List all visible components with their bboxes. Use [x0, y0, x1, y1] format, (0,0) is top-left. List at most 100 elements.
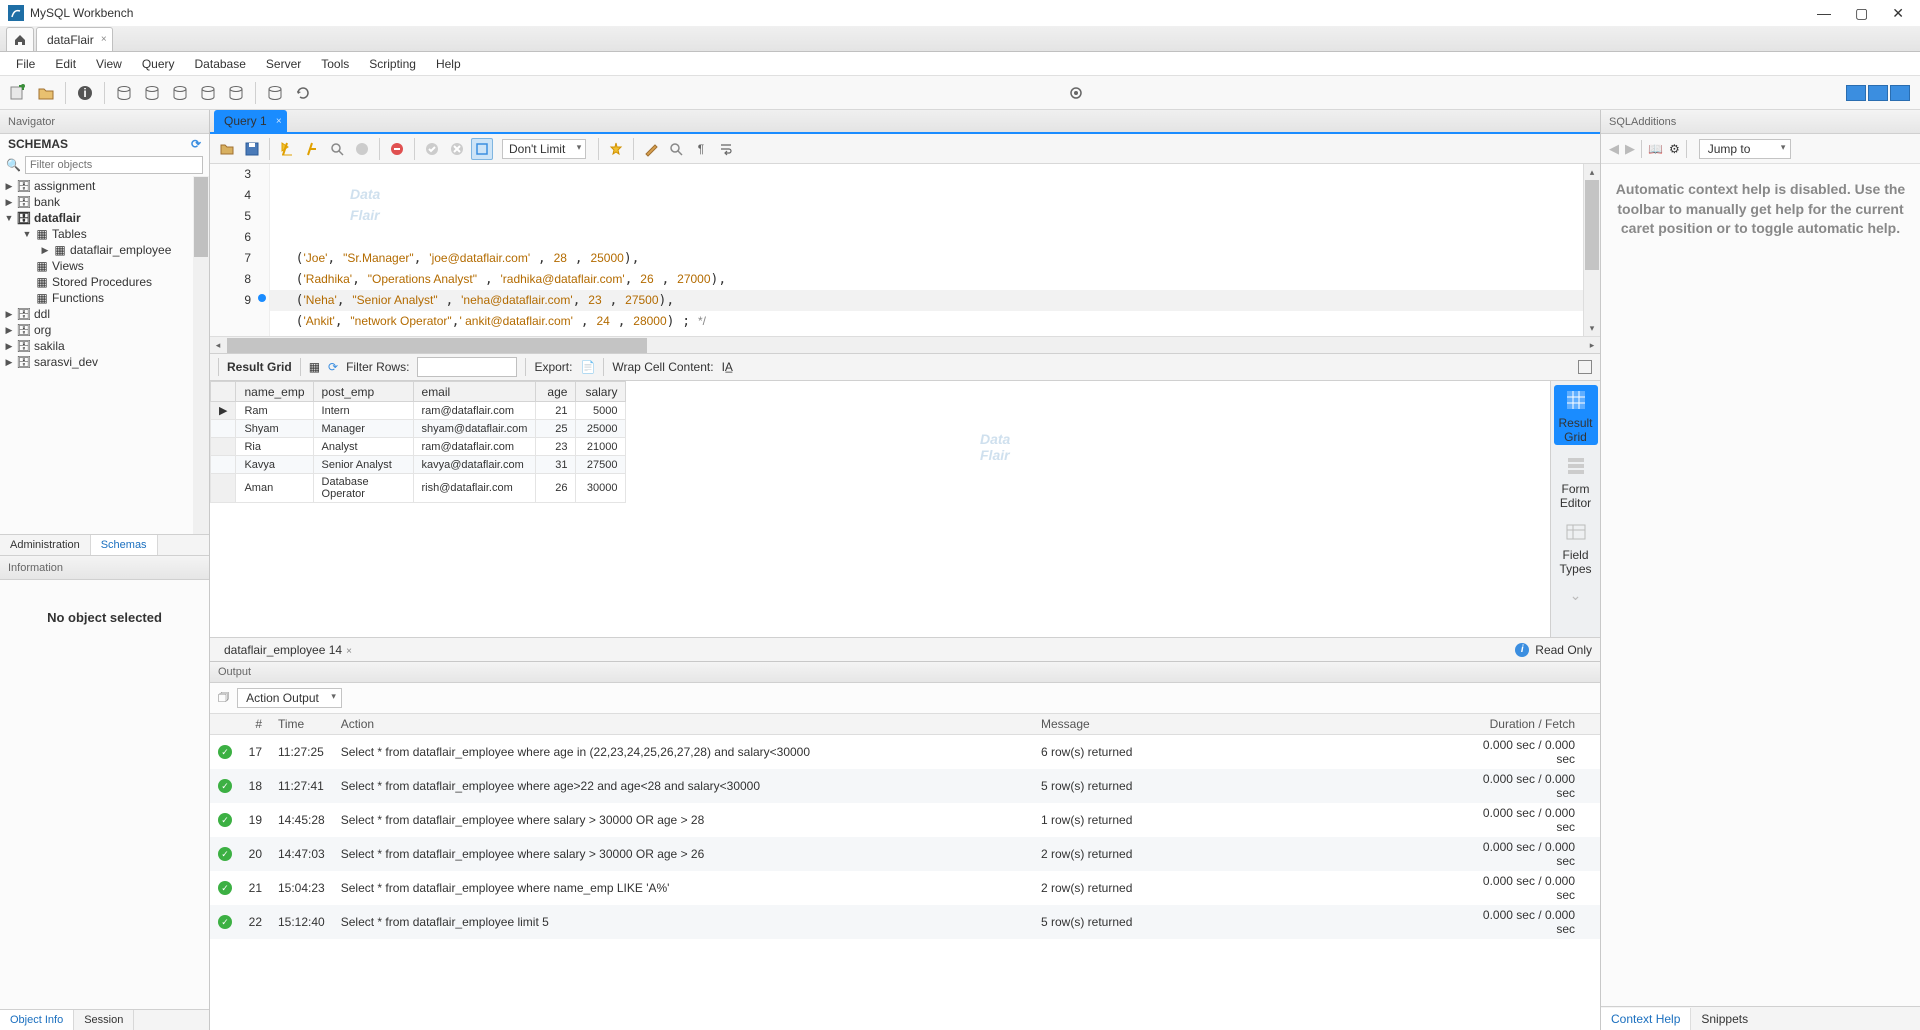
menu-file[interactable]: File [6, 54, 45, 74]
tree-item[interactable]: dataflair_employee [70, 243, 171, 257]
tree-item[interactable]: Tables [52, 227, 87, 241]
nav-fwd-icon[interactable]: ▶ [1625, 141, 1635, 157]
output-type-combo[interactable]: Action Output [237, 688, 342, 708]
tree-item[interactable]: Functions [52, 291, 104, 305]
find-icon[interactable] [665, 138, 687, 160]
brush-icon[interactable] [640, 138, 662, 160]
menu-scripting[interactable]: Scripting [359, 54, 426, 74]
tree-item[interactable]: Stored Procedures [52, 275, 152, 289]
users-icon[interactable] [112, 81, 136, 105]
limit-combo[interactable]: Don't Limit [502, 139, 586, 159]
minimize-button[interactable]: — [1817, 5, 1831, 22]
menu-edit[interactable]: Edit [45, 54, 86, 74]
dashboard-icon[interactable] [263, 81, 287, 105]
tab-context-help[interactable]: Context Help [1601, 1008, 1691, 1030]
menu-view[interactable]: View [86, 54, 132, 74]
tab-object-info[interactable]: Object Info [0, 1010, 74, 1030]
tab-session[interactable]: Session [74, 1010, 134, 1030]
col-header[interactable]: post_emp [313, 382, 413, 402]
col-header[interactable]: age [536, 382, 576, 402]
result-tab[interactable]: dataflair_employee 14× [218, 643, 358, 657]
table-row[interactable]: ✓2014:47:03Select * from dataflair_emplo… [210, 837, 1600, 871]
table-row[interactable]: ✓1914:45:28Select * from dataflair_emplo… [210, 803, 1600, 837]
tab-administration[interactable]: Administration [0, 535, 91, 555]
inspector-icon[interactable]: i [73, 81, 97, 105]
table-row[interactable]: ✓1811:27:41Select * from dataflair_emplo… [210, 769, 1600, 803]
tree-item[interactable]: sakila [34, 339, 65, 353]
output-clear-icon[interactable]: 🗇 [218, 688, 229, 709]
toggle-panel-icon[interactable] [1578, 360, 1592, 374]
explain-icon[interactable] [326, 138, 348, 160]
wrap-cell-icon[interactable]: IA̲ [722, 360, 733, 374]
toggle-secondary-icon[interactable] [1890, 85, 1910, 101]
filter-objects-input[interactable] [25, 156, 203, 174]
tab-schemas[interactable]: Schemas [91, 535, 158, 555]
editor-hscroll[interactable]: ◂▸ [210, 336, 1600, 353]
close-icon[interactable]: × [276, 116, 282, 127]
table-row[interactable]: AmanDatabase Operatorrish@dataflair.com2… [211, 474, 626, 503]
table-row[interactable]: ✓2115:04:23Select * from dataflair_emplo… [210, 871, 1600, 905]
save-icon[interactable] [241, 138, 263, 160]
export-icon[interactable]: 📄 [580, 360, 595, 374]
wrap-icon[interactable] [715, 138, 737, 160]
tree-item[interactable]: dataflair [34, 211, 81, 225]
side-tab-field-types[interactable]: Field Types [1554, 517, 1598, 577]
col-header[interactable]: salary [576, 382, 626, 402]
side-tab-result-grid[interactable]: Result Grid [1554, 385, 1598, 445]
execute-current-icon[interactable] [301, 138, 323, 160]
tab-snippets[interactable]: Snippets [1691, 1008, 1758, 1030]
beautify-icon[interactable] [605, 138, 627, 160]
table-row[interactable]: KavyaSenior Analystkavya@dataflair.com31… [211, 456, 626, 474]
new-sql-tab-icon[interactable] [6, 81, 30, 105]
stop-icon[interactable] [351, 138, 373, 160]
tree-item[interactable]: ddl [34, 307, 50, 321]
editor-vscroll[interactable]: ▴▾ [1583, 164, 1600, 336]
close-icon[interactable]: × [101, 34, 107, 45]
no-limit-icon[interactable] [386, 138, 408, 160]
table-row[interactable]: RiaAnalystram@dataflair.com2321000 [211, 438, 626, 456]
table-row[interactable]: ShyamManagershyam@dataflair.com2525000 [211, 420, 626, 438]
menu-help[interactable]: Help [426, 54, 471, 74]
tree-item[interactable]: org [34, 323, 51, 337]
col-header[interactable]: name_emp [236, 382, 313, 402]
tree-scrollbar[interactable] [193, 176, 209, 534]
schema-tree[interactable]: ▶🗄assignment ▶🗄bank ▼🗄dataflair ▼▦Tables… [0, 176, 209, 534]
refresh-icon[interactable] [291, 81, 315, 105]
autocommit-icon[interactable] [471, 138, 493, 160]
toggle-output-icon[interactable] [1868, 85, 1888, 101]
jump-to-combo[interactable]: Jump to [1699, 139, 1792, 159]
result-grid[interactable]: name_emp post_emp email age salary ▶RamI… [210, 381, 626, 503]
side-tab-more-icon[interactable]: ⌄ [1570, 587, 1582, 604]
tree-item[interactable]: Views [52, 259, 84, 273]
open-file-icon[interactable] [216, 138, 238, 160]
import-icon[interactable] [196, 81, 220, 105]
execute-icon[interactable] [276, 138, 298, 160]
code-content[interactable]: ('Joe', "Sr.Manager", 'joe@dataflair.com… [280, 248, 1583, 336]
sql-editor[interactable]: 3456789 DataFlair ('Joe', "Sr.Manager", … [210, 164, 1600, 336]
close-button[interactable]: ✕ [1892, 5, 1904, 22]
menu-tools[interactable]: Tools [311, 54, 359, 74]
connection-tab[interactable]: dataFlair× [36, 27, 113, 51]
col-header[interactable]: email [413, 382, 536, 402]
commit-icon[interactable] [421, 138, 443, 160]
auto-help-icon[interactable]: ⚙ [1669, 142, 1680, 156]
table-row[interactable]: ▶RamInternram@dataflair.com215000 [211, 402, 626, 420]
grid-view-icon[interactable]: ▦ [309, 360, 320, 374]
tree-item[interactable]: bank [34, 195, 60, 209]
nav-back-icon[interactable]: ◀ [1609, 141, 1619, 157]
query-tab[interactable]: Query 1× [214, 110, 287, 132]
side-tab-form-editor[interactable]: Form Editor [1554, 451, 1598, 511]
menu-server[interactable]: Server [256, 54, 311, 74]
schemas-refresh-icon[interactable]: ⟳ [191, 137, 201, 151]
help-icon[interactable]: 📖 [1648, 142, 1663, 156]
filter-rows-input[interactable] [417, 357, 517, 377]
table-row[interactable]: ✓1711:27:25Select * from dataflair_emplo… [210, 735, 1600, 770]
close-icon[interactable]: × [346, 646, 352, 657]
tree-item[interactable]: sarasvi_dev [34, 355, 98, 369]
menu-database[interactable]: Database [185, 54, 256, 74]
open-sql-icon[interactable] [34, 81, 58, 105]
tree-item[interactable]: assignment [34, 179, 95, 193]
toggle-sidebar-icon[interactable] [1846, 85, 1866, 101]
refresh-result-icon[interactable]: ⟳ [328, 360, 338, 374]
rollback-icon[interactable] [446, 138, 468, 160]
